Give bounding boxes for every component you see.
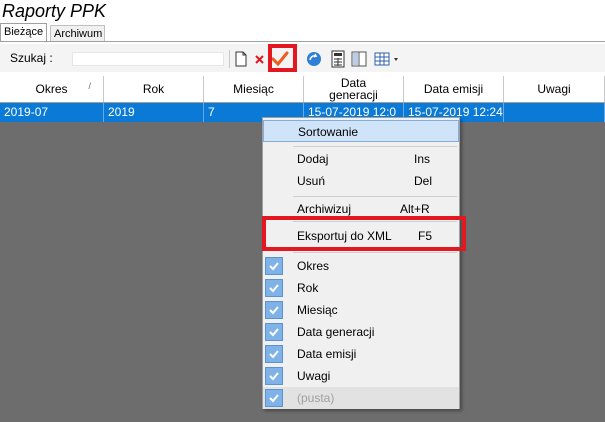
check-icon	[265, 345, 283, 363]
menu-item-miesiac[interactable]: Miesiąc	[263, 299, 459, 321]
search-label: Szukaj :	[10, 51, 53, 65]
column-header-uwagi[interactable]: Uwagi	[504, 76, 605, 102]
check-icon	[265, 301, 283, 319]
check-icon	[265, 323, 283, 341]
approve-highlight-frame	[268, 44, 297, 72]
context-menu: Sortowanie Dodaj Ins Usuń Del Archiwizuj…	[262, 117, 460, 409]
menu-item-pusta: (pusta)	[263, 387, 459, 409]
search-input[interactable]	[72, 52, 224, 66]
cell-uwagi	[504, 103, 605, 122]
column-header-okres[interactable]: Okres /	[0, 76, 104, 102]
new-document-icon[interactable]	[232, 50, 250, 68]
refresh-icon[interactable]	[305, 50, 323, 68]
menu-item-uwagi[interactable]: Uwagi	[263, 365, 459, 387]
calculator-icon[interactable]	[329, 50, 347, 68]
tab-biezace[interactable]: Bieżące	[0, 23, 48, 42]
menu-item-okres[interactable]: Okres	[263, 255, 459, 277]
menu-item-usun[interactable]: Usuń Del	[263, 170, 459, 192]
tab-bar: Bieżące Archiwum	[0, 22, 605, 42]
menu-item-data-emisji[interactable]: Data emisji	[263, 343, 459, 365]
cell-okres: 2019-07	[0, 103, 104, 122]
delete-icon[interactable]	[251, 50, 269, 68]
menu-item-dodaj[interactable]: Dodaj Ins	[263, 148, 459, 170]
check-icon	[265, 279, 283, 297]
grid-header: Okres / Rok Miesiąc Data generacji Data …	[0, 76, 605, 103]
menu-separator	[293, 196, 457, 197]
toolbar: Szukaj :	[0, 44, 605, 72]
export-highlight-frame	[262, 216, 466, 251]
menu-separator	[293, 146, 457, 147]
column-header-miesiac[interactable]: Miesiąc	[204, 76, 304, 102]
check-icon	[265, 389, 283, 407]
sort-indicator-icon: /	[88, 81, 91, 91]
column-header-data-emisji[interactable]: Data emisji	[404, 76, 504, 102]
menu-separator	[293, 252, 457, 253]
tab-divider	[0, 41, 605, 42]
cell-rok: 2019	[104, 103, 204, 122]
menu-item-rok[interactable]: Rok	[263, 277, 459, 299]
check-icon	[265, 257, 283, 275]
columns-icon[interactable]	[350, 50, 368, 68]
column-header-rok[interactable]: Rok	[104, 76, 204, 102]
grid-options-icon[interactable]	[373, 50, 403, 68]
toolbar-divider	[229, 50, 230, 68]
menu-item-data-generacji[interactable]: Data generacji	[263, 321, 459, 343]
check-icon	[265, 367, 283, 385]
tab-archiwum[interactable]: Archiwum	[50, 25, 105, 42]
column-header-data-generacji[interactable]: Data generacji	[304, 76, 404, 102]
window-title: Raporty PPK	[2, 1, 107, 21]
menu-item-sortowanie[interactable]: Sortowanie	[263, 120, 459, 142]
